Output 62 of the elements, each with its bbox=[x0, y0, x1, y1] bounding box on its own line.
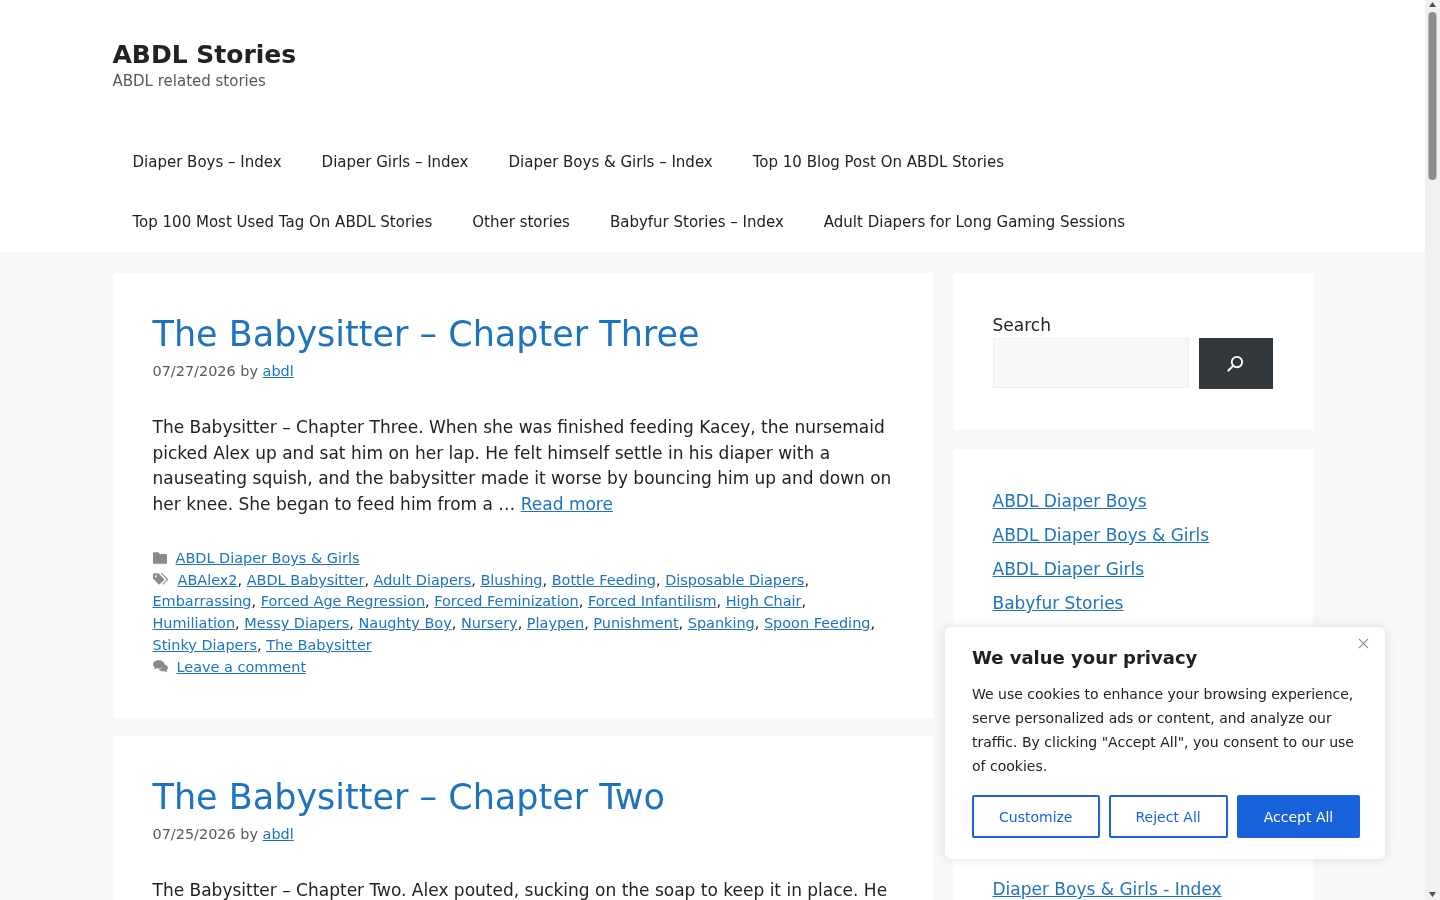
sidebar-link[interactable]: ABDL Diaper Boys & Girls bbox=[992, 525, 1210, 545]
sidebar-link[interactable]: Diaper Boys & Girls - Index bbox=[992, 879, 1222, 899]
sidebar-link[interactable]: ABDL Diaper Girls bbox=[992, 559, 1145, 579]
close-button[interactable] bbox=[1356, 636, 1371, 651]
post-excerpt: The Babysitter – Chapter Three. When she was finished feeding Kacey, the nursemaid picked Alex up and sat him on her lap. He felt himself settle in his diaper with a nauseating squish, and the babysitter made it worse by bouncing him up and down on her knee. She began to feed him from a … Read more bbox=[152, 416, 893, 516]
search-icon bbox=[1227, 355, 1244, 372]
tag-link[interactable]: Punishment bbox=[593, 615, 679, 632]
tag-link[interactable]: Disposable Diapers bbox=[665, 571, 805, 588]
post-meta: 07/25/2026 by abdl bbox=[152, 826, 294, 843]
tag-link[interactable]: Spanking bbox=[687, 615, 755, 632]
tag-link[interactable]: Nursery bbox=[460, 615, 518, 632]
tag-link[interactable]: Bottle Feeding bbox=[551, 571, 657, 588]
read-more-link[interactable]: Read more bbox=[520, 493, 613, 514]
cookie-button[interactable]: Customize bbox=[972, 795, 1100, 838]
tag-link[interactable]: Stinky Diapers bbox=[152, 636, 257, 653]
tag-link[interactable]: Forced Feminization bbox=[434, 593, 579, 610]
site-tagline: ABDL related stories bbox=[112, 72, 266, 90]
post-excerpt: The Babysitter – Chapter Two. Alex pouted, sucking on the soap to keep it in place. He bbox=[152, 879, 889, 900]
tag-link[interactable]: Humiliation bbox=[152, 615, 236, 632]
cookie-button[interactable]: Reject All bbox=[1108, 795, 1228, 838]
tag-link[interactable]: Spoon Feeding bbox=[763, 615, 871, 632]
tag-link[interactable]: Adult Diapers bbox=[373, 571, 472, 588]
search-button[interactable] bbox=[1198, 338, 1273, 389]
close-icon bbox=[1358, 638, 1369, 649]
tag-link[interactable]: High Chair bbox=[725, 593, 802, 610]
accept-button[interactable]: Accept All bbox=[1236, 795, 1361, 838]
post-title[interactable]: The Babysitter – Chapter Three bbox=[152, 314, 700, 354]
folder-icon bbox=[152, 552, 167, 564]
sidebar-link[interactable]: ABDL Diaper Boys bbox=[992, 491, 1147, 511]
tags-icon bbox=[152, 572, 169, 586]
tag-link[interactable]: Forced Age Regression bbox=[260, 593, 426, 610]
tag-link[interactable]: Embarrassing bbox=[152, 593, 252, 610]
nav-link[interactable]: Top 100 Most Used Tag On ABDL Stories bbox=[112, 192, 453, 252]
nav-link[interactable]: Diaper Boys & Girls – Index bbox=[488, 132, 733, 192]
tag-link[interactable]: Messy Diapers bbox=[244, 615, 350, 632]
tag-link[interactable]: ABAlex2 bbox=[177, 571, 238, 588]
sidebar-link[interactable]: Babyfur Stories bbox=[992, 593, 1124, 613]
tag-link[interactable]: Forced Infantilism bbox=[587, 593, 717, 610]
author-link[interactable]: abdl bbox=[262, 826, 294, 843]
comments-icon bbox=[152, 659, 168, 673]
nav-link[interactable]: Other stories bbox=[452, 192, 590, 252]
search-label: Search bbox=[992, 315, 1051, 335]
cookie-text: We use cookies to enhance your browsing experience, serve personalized ads or content, and analyze our traffic. By clicking "Accept All", you consent to our use of cookies. bbox=[972, 685, 1355, 776]
site-title[interactable]: ABDL Stories bbox=[112, 40, 297, 69]
cookie-title: We value your privacy bbox=[972, 646, 1199, 670]
scrollbar[interactable] bbox=[1425, 0, 1440, 900]
nav-link[interactable]: Adult Diapers for Long Gaming Sessions bbox=[803, 192, 1145, 252]
category-link[interactable]: ABDL Diaper Boys & Girls bbox=[175, 550, 360, 566]
nav-link[interactable]: Babyfur Stories – Index bbox=[589, 192, 804, 252]
post-title[interactable]: The Babysitter – Chapter Two bbox=[152, 777, 665, 818]
nav-link[interactable]: Top 10 Blog Post On ABDL Stories bbox=[732, 132, 1024, 192]
comment-link[interactable]: Leave a comment bbox=[176, 658, 307, 675]
author-link[interactable]: abdl bbox=[262, 363, 294, 379]
nav-link[interactable]: Diaper Girls – Index bbox=[301, 132, 489, 192]
tag-link[interactable]: The Babysitter bbox=[266, 636, 372, 653]
tag-link[interactable]: Playpen bbox=[526, 615, 585, 632]
tag-link[interactable]: ABDL Babysitter bbox=[246, 571, 365, 588]
post-meta: 07/27/2026 by abdl bbox=[152, 363, 294, 379]
tag-link[interactable]: Naughty Boy bbox=[358, 615, 452, 632]
nav-link[interactable]: Diaper Boys – Index bbox=[112, 132, 302, 192]
tag-link[interactable]: Blushing bbox=[480, 571, 543, 588]
tag-list: ABAlex2, ABDL Babysitter, Adult Diapers, Blushing, Bottle Feeding, Disposable Diapers, Embarrassing, Forced Age Regression, Forced Feminization, Forced Infantilism, High Chair, Humiliation, Messy Diapers, Naughty Boy, Nursery, Playpen, Punishment, Spanking, Spoon Feeding, Stinky Diapers, The Babysitter bbox=[152, 569, 893, 657]
